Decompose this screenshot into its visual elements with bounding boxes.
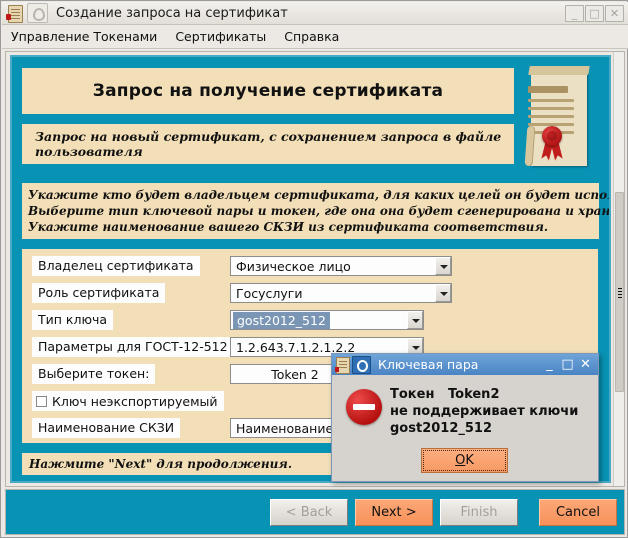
finish-button[interactable]: Finish bbox=[440, 498, 518, 526]
checkbox-nonexportable-key[interactable]: Ключ неэкспортируемый bbox=[32, 391, 224, 411]
dialog-body: Токен Token2 не поддерживает ключи gost2… bbox=[332, 375, 598, 481]
app-root: Создание запроса на сертификат _ □ ✕ Упр… bbox=[0, 0, 628, 538]
window-title: Создание запроса на сертификат bbox=[56, 5, 288, 21]
cancel-button[interactable]: Cancel bbox=[539, 498, 617, 526]
wizard-button-bar: < Back Next > Finish Cancel bbox=[5, 489, 625, 535]
instructions-panel: Укажите кто будет владельцем сертификата… bbox=[22, 183, 611, 239]
label-certificate-role: Роль сертификата bbox=[32, 283, 166, 303]
chevron-down-icon[interactable] bbox=[435, 284, 451, 302]
dialog-titlebar[interactable]: Ключевая пара _ □ ✕ bbox=[332, 354, 598, 375]
form-row-role: Роль сертификата Госуслуги bbox=[28, 283, 598, 306]
checkbox-nonexportable-key-label: Ключ неэкспортируемый bbox=[52, 393, 218, 409]
dialog-title: Ключевая пара bbox=[378, 357, 479, 372]
dialog-message: Токен Token2 не поддерживает ключи gost2… bbox=[390, 387, 579, 436]
form-row-owner: Владелец сертификата Физическое лицо bbox=[28, 256, 598, 279]
error-stop-icon bbox=[346, 389, 382, 425]
combo-certificate-owner[interactable]: Физическое лицо bbox=[230, 256, 452, 276]
combo-key-type-value: gost2012_512 bbox=[233, 311, 330, 329]
label-certificate-owner: Владелец сертификата bbox=[32, 256, 200, 276]
wizard-header: Запрос на получение сертификата Запрос н… bbox=[20, 64, 601, 174]
chevron-down-icon[interactable] bbox=[407, 311, 423, 329]
minimize-icon: _ bbox=[571, 6, 578, 20]
combo-key-type[interactable]: gost2012_512 bbox=[230, 310, 424, 330]
checkbox-box[interactable] bbox=[36, 395, 47, 407]
label-skzi-name: Наименование СКЗИ bbox=[32, 418, 181, 438]
minimize-icon[interactable]: _ bbox=[543, 358, 556, 371]
ok-button-accel: O bbox=[455, 453, 466, 468]
key-pair-error-dialog: Ключевая пара _ □ ✕ Токен Token2 не подд… bbox=[331, 353, 599, 482]
app-menu-icon[interactable] bbox=[27, 3, 48, 23]
certificate-scroll-icon bbox=[521, 64, 595, 174]
instruction-line-2: Выберите тип ключевой пары и токен, где … bbox=[28, 204, 611, 218]
next-button[interactable]: Next > bbox=[355, 498, 433, 526]
combo-certificate-owner-value: Физическое лицо bbox=[236, 258, 351, 274]
ok-button-suffix: K bbox=[465, 453, 474, 468]
window-titlebar[interactable]: Создание запроса на сертификат _ □ ✕ bbox=[2, 2, 628, 25]
ok-button[interactable]: OK bbox=[421, 448, 508, 473]
minimize-button[interactable]: _ bbox=[565, 4, 584, 22]
menu-item-help[interactable]: Справка bbox=[275, 26, 348, 47]
form-row-key-type: Тип ключа gost2012_512 bbox=[28, 310, 598, 333]
vertical-scrollbar[interactable] bbox=[613, 52, 624, 486]
instruction-line-3: Укажите наименование вашего СКЗИ из серт… bbox=[28, 220, 549, 234]
label-gost-params: Параметры для ГОСТ-12-512 bbox=[32, 337, 234, 357]
combo-certificate-role-value: Госуслуги bbox=[236, 285, 303, 301]
menu-item-certificates[interactable]: Сертификаты bbox=[166, 26, 275, 47]
maximize-button[interactable]: □ bbox=[585, 4, 604, 22]
header-subtitle-panel: Запрос на новый сертификат, с сохранение… bbox=[22, 124, 514, 164]
menubar: Управление Токенами Сертификаты Справка bbox=[2, 25, 628, 49]
input-skzi-name-value: Наименование С bbox=[236, 420, 346, 436]
close-icon: ✕ bbox=[609, 6, 620, 20]
window-controls: _ □ ✕ bbox=[565, 4, 628, 22]
back-button[interactable]: < Back bbox=[270, 498, 348, 526]
dialog-window-controls: _ □ ✕ bbox=[543, 358, 598, 371]
certificate-icon bbox=[335, 356, 350, 374]
combo-certificate-role[interactable]: Госуслуги bbox=[230, 283, 452, 303]
label-select-token: Выберите токен: bbox=[32, 364, 156, 384]
instruction-line-1: Укажите кто будет владельцем сертификата… bbox=[28, 188, 609, 202]
menu-item-token-management[interactable]: Управление Токенами bbox=[2, 26, 166, 47]
app-menu-icon[interactable] bbox=[352, 355, 371, 374]
close-icon[interactable]: ✕ bbox=[579, 358, 592, 371]
maximize-icon[interactable]: □ bbox=[561, 358, 574, 371]
header-title-panel: Запрос на получение сертификата bbox=[22, 68, 514, 114]
certificate-icon bbox=[6, 4, 24, 23]
label-key-type: Тип ключа bbox=[32, 310, 114, 330]
maximize-icon: □ bbox=[589, 6, 600, 20]
close-button[interactable]: ✕ bbox=[605, 4, 624, 22]
page-title: Запрос на получение сертификата bbox=[92, 81, 444, 101]
scrollbar-grip bbox=[618, 288, 622, 289]
scrollbar-thumb[interactable] bbox=[615, 192, 624, 392]
chevron-down-icon[interactable] bbox=[435, 257, 451, 275]
page-subtitle: Запрос на новый сертификат, с сохранение… bbox=[35, 129, 502, 159]
hint-text: Нажмите "Next" для продолжения. bbox=[29, 457, 293, 471]
